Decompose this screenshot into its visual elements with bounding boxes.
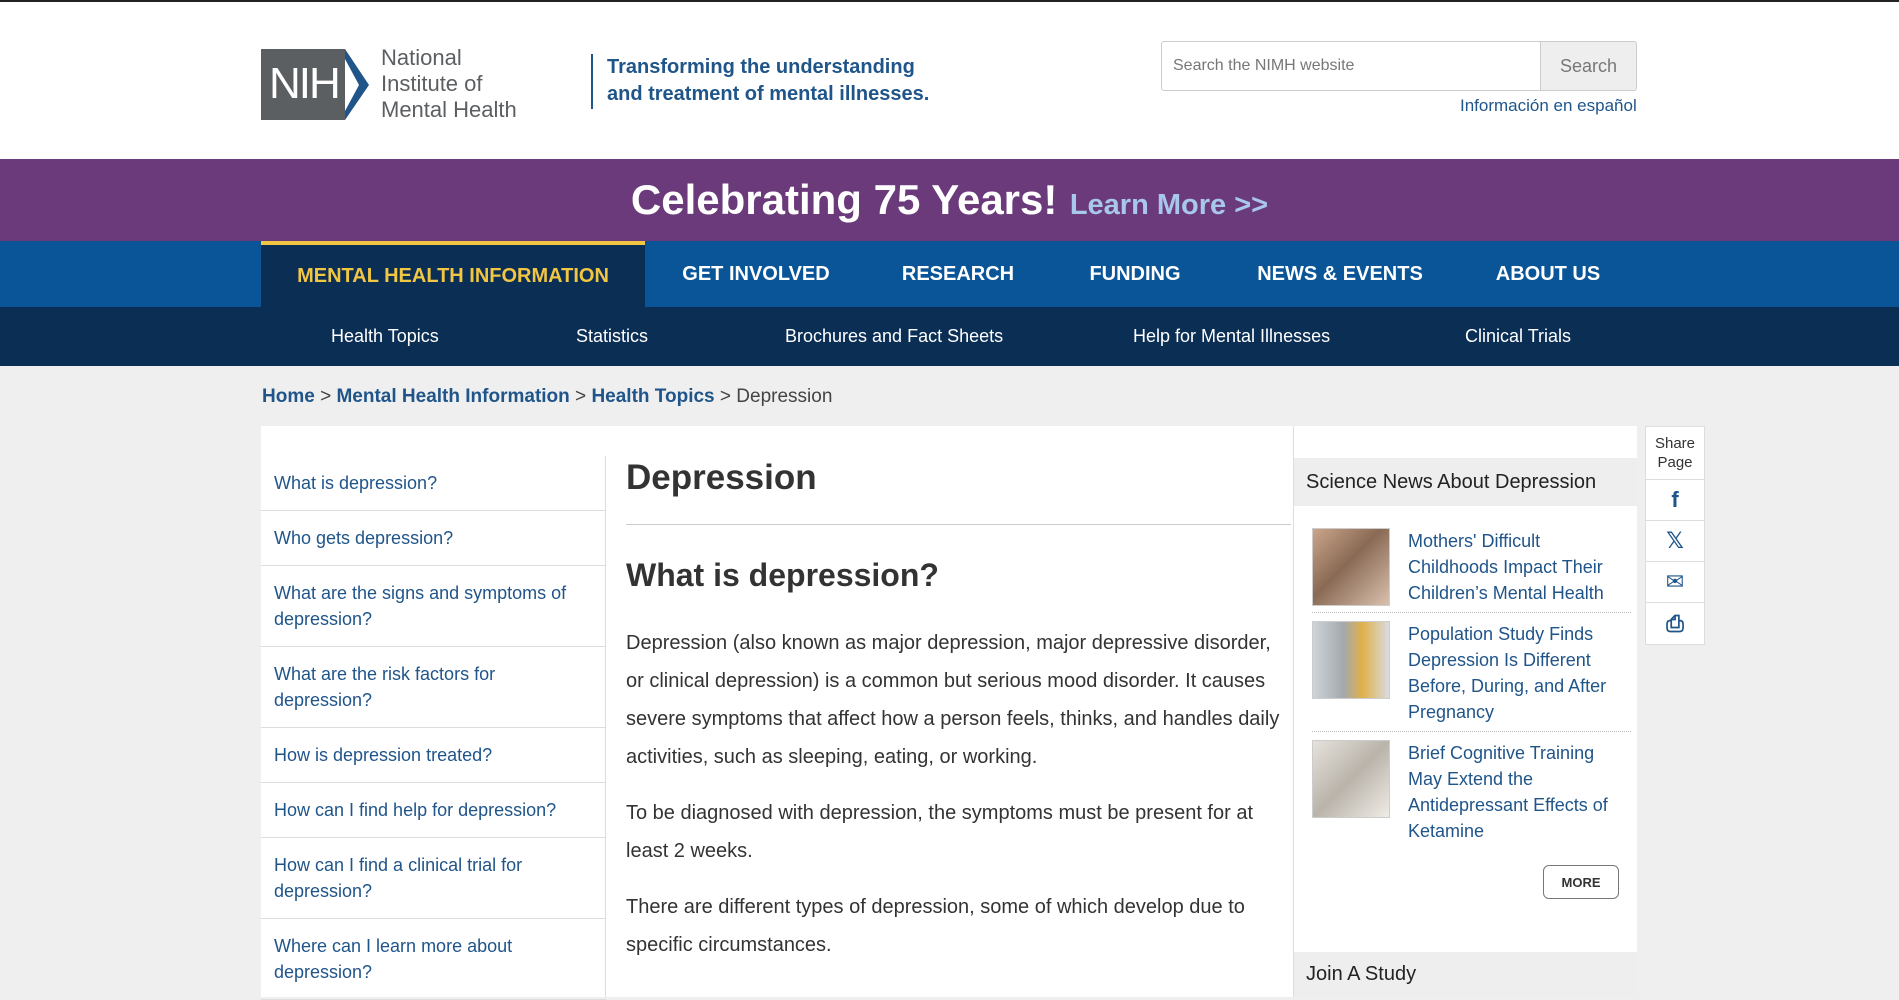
subnav-brochures[interactable]: Brochures and Fact Sheets bbox=[785, 307, 1003, 366]
subnav-statistics[interactable]: Statistics bbox=[576, 307, 648, 366]
site-tagline: Transforming the understanding and treat… bbox=[591, 54, 951, 109]
breadcrumb-home[interactable]: Home bbox=[262, 386, 315, 407]
breadcrumb-separator: > bbox=[575, 386, 587, 407]
more-news-button[interactable]: MORE bbox=[1543, 865, 1619, 899]
breadcrumb-mental-health-information[interactable]: Mental Health Information bbox=[336, 386, 569, 407]
toc-link[interactable]: How is depression treated? bbox=[261, 728, 606, 783]
search-form: Search bbox=[1161, 41, 1637, 91]
toc-divider bbox=[605, 456, 606, 997]
nih-logo-text: National Institute of Mental Health bbox=[381, 45, 517, 122]
toc-link[interactable]: What are the signs and symptoms of depre… bbox=[261, 566, 606, 647]
breadcrumb: Home > Mental Health Information > Healt… bbox=[262, 386, 832, 408]
news-link[interactable]: Population Study Finds Depression Is Dif… bbox=[1408, 621, 1631, 725]
banner-headline: Celebrating 75 Years! bbox=[630, 176, 1058, 223]
section-heading: What is depression? bbox=[626, 557, 939, 593]
news-thumbnail[interactable] bbox=[1312, 740, 1390, 818]
toc-link[interactable]: Who gets depression? bbox=[261, 511, 606, 566]
breadcrumb-health-topics[interactable]: Health Topics bbox=[591, 386, 714, 407]
x-icon[interactable]: 𝕏 bbox=[1646, 521, 1704, 562]
article-paragraph: Depression (also known as major depressi… bbox=[626, 632, 1280, 768]
nih-logo[interactable]: NIH National Institute of Mental Health bbox=[261, 45, 521, 123]
nih-logo-mark: NIH bbox=[261, 48, 345, 120]
toc-link[interactable]: Where can I learn more about depression? bbox=[261, 919, 606, 1000]
nav-funding[interactable]: FUNDING bbox=[1049, 241, 1221, 307]
subnav-clinical-trials[interactable]: Clinical Trials bbox=[1465, 307, 1571, 366]
toc-link[interactable]: How can I find a clinical trial for depr… bbox=[261, 838, 606, 919]
site-header: NIH National Institute of Mental Health … bbox=[0, 2, 1899, 159]
breadcrumb-current: Depression bbox=[736, 386, 833, 407]
article-paragraph: To be diagnosed with depression, the sym… bbox=[626, 802, 1254, 862]
search-input[interactable] bbox=[1161, 41, 1541, 91]
subnav-health-topics[interactable]: Health Topics bbox=[331, 307, 439, 366]
toc-link[interactable]: What is depression? bbox=[261, 456, 606, 511]
print-icon[interactable]: ⎙ bbox=[1646, 603, 1704, 644]
toc-link[interactable]: How can I find help for depression? bbox=[261, 783, 606, 838]
anniversary-banner: Celebrating 75 Years! Learn More >> bbox=[0, 159, 1899, 241]
news-item: Population Study Finds Depression Is Dif… bbox=[1312, 613, 1631, 732]
sidebar: Science News About Depression Mothers' D… bbox=[1293, 426, 1637, 997]
nav-about-us[interactable]: ABOUT US bbox=[1459, 241, 1637, 307]
news-thumbnail[interactable] bbox=[1312, 621, 1390, 699]
news-link[interactable]: Brief Cognitive Training May Extend the … bbox=[1408, 740, 1631, 844]
share-label: Share Page bbox=[1646, 427, 1704, 480]
subnav-help[interactable]: Help for Mental Illnesses bbox=[1133, 307, 1330, 366]
breadcrumb-separator: > bbox=[320, 386, 332, 407]
science-news-heading: Science News About Depression bbox=[1294, 458, 1637, 506]
nav-get-involved[interactable]: GET INVOLVED bbox=[645, 241, 867, 307]
table-of-contents: What is depression? Who gets depression?… bbox=[261, 456, 606, 1000]
join-a-study-heading: Join A Study bbox=[1294, 952, 1637, 997]
nih-chevron-icon bbox=[345, 48, 369, 120]
toc-link[interactable]: What are the risk factors for depression… bbox=[261, 647, 606, 728]
nav-news-events[interactable]: NEWS & EVENTS bbox=[1221, 241, 1459, 307]
email-icon[interactable]: ✉ bbox=[1646, 562, 1704, 603]
news-item: Brief Cognitive Training May Extend the … bbox=[1312, 732, 1631, 850]
article-paragraph: There are different types of depression,… bbox=[626, 896, 1245, 956]
main-nav: MENTAL HEALTH INFORMATION GET INVOLVED R… bbox=[0, 241, 1899, 307]
page-title: Depression bbox=[626, 458, 1291, 525]
search-button[interactable]: Search bbox=[1541, 41, 1637, 91]
nav-mental-health-information[interactable]: MENTAL HEALTH INFORMATION bbox=[261, 241, 645, 307]
sub-nav: Health Topics Statistics Brochures and F… bbox=[0, 307, 1899, 366]
breadcrumb-separator: > bbox=[719, 386, 731, 407]
facebook-icon[interactable]: f bbox=[1646, 480, 1704, 521]
nav-research[interactable]: RESEARCH bbox=[867, 241, 1049, 307]
spanish-link[interactable]: Información en español bbox=[1460, 96, 1637, 116]
news-thumbnail[interactable] bbox=[1312, 528, 1390, 606]
share-panel: Share Page f 𝕏 ✉ ⎙ bbox=[1645, 426, 1705, 645]
news-link[interactable]: Mothers' Difficult Childhoods Impact The… bbox=[1408, 528, 1631, 606]
article: Depression What is depression? Depressio… bbox=[626, 458, 1291, 982]
main-content: What is depression? Who gets depression?… bbox=[261, 426, 1637, 1000]
news-item: Mothers' Difficult Childhoods Impact The… bbox=[1312, 520, 1631, 613]
banner-learn-more-link[interactable]: Learn More >> bbox=[1070, 189, 1268, 221]
